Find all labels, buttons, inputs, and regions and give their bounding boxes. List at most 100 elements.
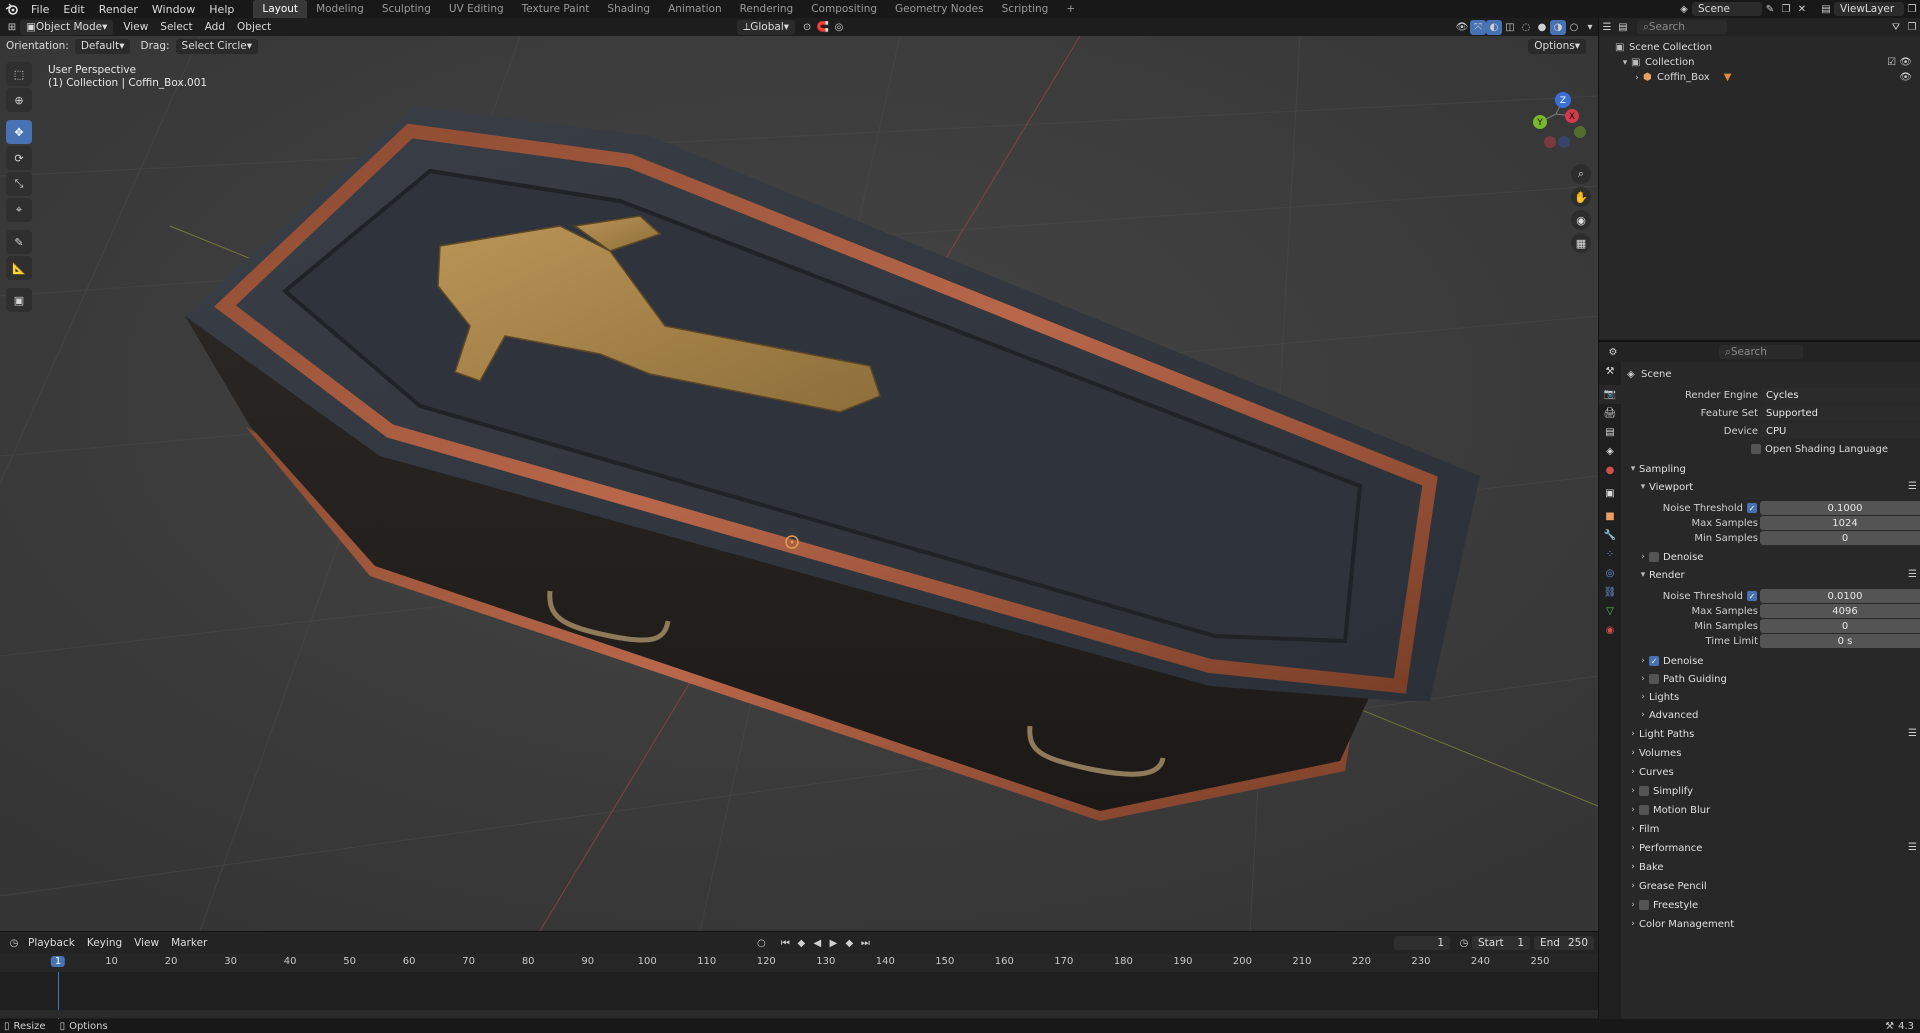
menu-view[interactable]: View <box>117 21 154 33</box>
prev-keyframe-icon[interactable]: ◆ <box>793 936 809 951</box>
grease-pencil-panel[interactable]: › Grease Pencil <box>1627 878 1707 894</box>
path-guiding-checkbox[interactable] <box>1649 674 1659 684</box>
end-frame-field[interactable]: End 250 <box>1534 936 1594 950</box>
render-presets-list-icon[interactable]: ☰ <box>1908 569 1917 580</box>
solid-shading-icon[interactable]: ● <box>1534 20 1550 35</box>
delete-scene-icon[interactable]: ✕ <box>1794 2 1810 17</box>
presets-list-icon[interactable]: ☰ <box>1908 481 1917 492</box>
tab-uv-editing[interactable]: UV Editing <box>440 0 513 18</box>
light-paths-panel[interactable]: › Light Paths <box>1627 726 1694 742</box>
annotate-icon[interactable]: ✎ <box>6 230 32 254</box>
options-dropdown[interactable]: Options ▾ <box>1528 38 1586 54</box>
overlays-icon[interactable]: ◐ <box>1486 19 1502 35</box>
timeline-scrollbar[interactable] <box>0 1010 1598 1018</box>
editor-type-icon[interactable]: ⊞ <box>4 20 20 35</box>
tab-animation[interactable]: Animation <box>659 0 731 18</box>
render-subpanel[interactable]: ▾ Render <box>1637 567 1685 583</box>
current-frame-field[interactable]: 1 <box>1394 936 1450 950</box>
collection-visibility-icon[interactable]: ☑ 👁 <box>1887 57 1912 68</box>
data-tab-icon[interactable]: ▽ <box>1599 602 1621 621</box>
properties-editor-icon[interactable]: ⚙ <box>1605 345 1621 360</box>
osl-checkbox[interactable] <box>1751 444 1761 454</box>
render-noise-checkbox[interactable]: ✓ <box>1747 591 1757 601</box>
advanced-subpanel[interactable]: › Advanced <box>1637 707 1698 723</box>
menu-file[interactable]: File <box>24 3 56 16</box>
freestyle-panel[interactable]: › Freestyle <box>1627 897 1698 913</box>
material-shading-icon[interactable]: ◑ <box>1550 19 1566 35</box>
tab-shading[interactable]: Shading <box>598 0 659 18</box>
tab-rendering[interactable]: Rendering <box>731 0 803 18</box>
tab-sculpting[interactable]: Sculpting <box>373 0 440 18</box>
bake-panel[interactable]: › Bake <box>1627 859 1663 875</box>
render-denoise-checkbox[interactable]: ✓ <box>1649 656 1659 666</box>
constraints-tab-icon[interactable]: ⛓ <box>1599 583 1621 602</box>
scene-selector[interactable]: Scene <box>1692 2 1762 16</box>
object-tab-icon[interactable]: ■ <box>1599 507 1621 526</box>
render-tab-icon[interactable]: 📷 <box>1599 385 1621 404</box>
view-layer-selector[interactable]: ViewLayer <box>1834 2 1904 16</box>
camera-view-icon[interactable]: ◉ <box>1571 210 1591 230</box>
outliner-scene-collection[interactable]: ▣ Scene Collection <box>1599 40 1920 55</box>
menu-marker[interactable]: Marker <box>165 937 213 949</box>
transform-icon[interactable]: ⌖ <box>6 198 32 222</box>
modifier-tab-icon[interactable]: 🔧 <box>1599 526 1621 545</box>
drag-dropdown[interactable]: Select Circle ▾ <box>175 38 259 54</box>
freestyle-checkbox[interactable] <box>1639 900 1649 910</box>
performance-panel[interactable]: › Performance <box>1627 840 1702 856</box>
collection-tab-icon[interactable]: ▣ <box>1599 484 1621 503</box>
menu-keying[interactable]: Keying <box>81 937 128 949</box>
grid-ortho-icon[interactable]: ▦ <box>1571 233 1591 253</box>
play-reverse-icon[interactable]: ◀ <box>809 936 825 951</box>
view-layer-tab-icon[interactable]: ▤ <box>1599 423 1621 442</box>
scene-icon[interactable]: ◈ <box>1676 2 1692 17</box>
volumes-panel[interactable]: › Volumes <box>1627 745 1681 761</box>
viewport-noise-threshold-field[interactable]: 0.1000 <box>1760 501 1920 515</box>
menu-timeline-view[interactable]: View <box>128 937 165 949</box>
viewport-max-samples-field[interactable]: 1024 <box>1760 516 1920 530</box>
auto-keying-icon[interactable]: ○ <box>753 936 769 951</box>
next-keyframe-icon[interactable]: ◆ <box>841 936 857 951</box>
film-panel[interactable]: › Film <box>1627 821 1659 837</box>
render-min-samples-field[interactable]: 0 <box>1760 619 1920 633</box>
timeline-editor-icon[interactable]: ◷ <box>6 936 22 951</box>
physics-tab-icon[interactable]: ◎ <box>1599 564 1621 583</box>
output-tab-icon[interactable]: 🖨 <box>1599 404 1621 423</box>
time-limit-field[interactable]: 0 s <box>1760 634 1920 648</box>
blender-logo-icon[interactable] <box>0 0 24 18</box>
transform-orientation-dropdown[interactable]: ⟂ Global ▾ <box>737 19 796 35</box>
tab-geometry-nodes[interactable]: Geometry Nodes <box>886 0 993 18</box>
viewport-denoise-checkbox[interactable] <box>1649 552 1659 562</box>
lights-subpanel[interactable]: › Lights <box>1637 689 1679 705</box>
tab-scripting[interactable]: Scripting <box>993 0 1058 18</box>
view-layer-icon[interactable]: ▤ <box>1818 2 1834 17</box>
outliner-editor-icon[interactable]: ☰ <box>1599 20 1615 35</box>
object-visibility-icon[interactable]: 👁 <box>1899 72 1912 83</box>
properties-search-input[interactable]: ⌕ Search <box>1719 345 1803 359</box>
rotate-icon[interactable]: ⟳ <box>6 146 32 170</box>
measure-icon[interactable]: 📐 <box>6 256 32 280</box>
visibility-icon[interactable]: 👁 <box>1454 20 1470 35</box>
select-box-icon[interactable]: ⬚ <box>6 62 32 86</box>
shading-options-icon[interactable]: ▾ <box>1582 20 1598 35</box>
play-icon[interactable]: ▶ <box>825 936 841 951</box>
tab-texture-paint[interactable]: Texture Paint <box>513 0 599 18</box>
simplify-panel[interactable]: › Simplify <box>1627 783 1693 799</box>
new-collection-icon[interactable]: ❐ <box>1904 20 1920 35</box>
motion-blur-checkbox[interactable] <box>1639 805 1649 815</box>
timeline-ruler[interactable]: 1 10 20 30 40 50 60 70 80 90 100 110 120 130 140 150 160… <box>0 954 1598 972</box>
curves-panel[interactable]: › Curves <box>1627 764 1674 780</box>
orientation-dropdown[interactable]: Default ▾ <box>74 38 131 54</box>
performance-presets-icon[interactable]: ☰ <box>1908 842 1917 853</box>
menu-render[interactable]: Render <box>92 3 145 16</box>
outliner-search-input[interactable]: ⌕ Search <box>1637 20 1727 34</box>
gizmo-toggle-icon[interactable]: ⤧ <box>1470 19 1486 35</box>
wireframe-shading-icon[interactable]: ◌ <box>1518 20 1534 35</box>
menu-help[interactable]: Help <box>202 3 241 16</box>
rendered-shading-icon[interactable]: ○ <box>1566 20 1582 35</box>
material-tab-icon[interactable]: ◉ <box>1599 621 1621 640</box>
particles-tab-icon[interactable]: ⁘ <box>1599 545 1621 564</box>
menu-add[interactable]: Add <box>199 21 231 33</box>
scale-icon[interactable]: ⤡ <box>6 172 32 196</box>
filter-icon[interactable]: ⛛ <box>1888 20 1904 35</box>
world-tab-icon[interactable]: ● <box>1599 461 1621 480</box>
